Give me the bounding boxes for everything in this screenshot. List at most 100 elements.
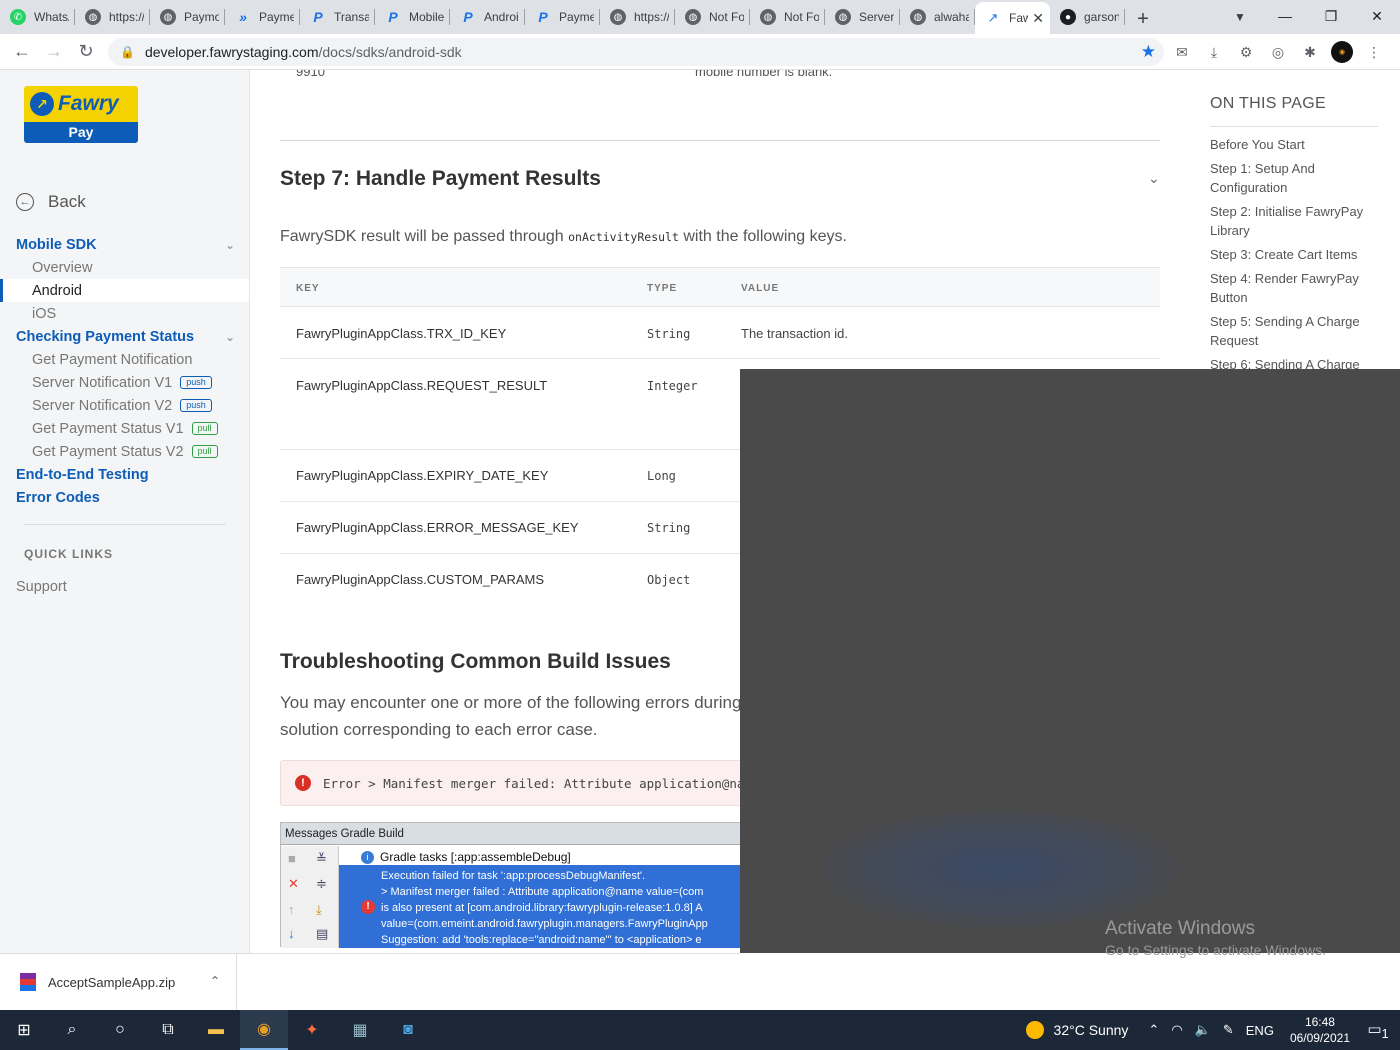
paypal-icon: P	[538, 9, 548, 25]
reload-icon[interactable]: ↻	[70, 36, 102, 68]
expand-icon: ≚	[316, 851, 327, 866]
globe-icon: ◍	[610, 9, 626, 25]
mail-icon[interactable]: ✉	[1166, 40, 1198, 64]
weather-widget[interactable]: 32°C Sunny	[1025, 1021, 1128, 1039]
back-arrow-icon[interactable]: ←	[6, 36, 38, 68]
fawry-pay-logo[interactable]: ↗ Fawry Pay	[24, 86, 138, 143]
support-link[interactable]: Support	[16, 579, 67, 595]
sidebar-item-server-notification-v2[interactable]: Server Notification V2 push	[0, 394, 249, 417]
profile-avatar[interactable]: ◉	[1326, 40, 1358, 64]
toc-link[interactable]: Before You Start	[1210, 135, 1378, 154]
tab-search-icon[interactable]: ▼	[1230, 8, 1250, 26]
sidebar-item-ios[interactable]: iOS	[0, 302, 249, 325]
browser-tab[interactable]: ◍Paymob	[150, 2, 225, 32]
chevron-up-icon[interactable]: ⌃	[1148, 1022, 1159, 1038]
browser-tab[interactable]: PTransaction	[300, 2, 375, 32]
download-item[interactable]: AcceptSampleApp.zip ⌃	[0, 954, 237, 1010]
puzzle-icon[interactable]: ✱	[1294, 40, 1326, 64]
back-link[interactable]: ← Back	[16, 192, 86, 212]
download-manager-icon[interactable]: ⤓	[1198, 40, 1230, 64]
notification-icon[interactable]: ▭1	[1364, 1020, 1392, 1041]
globe-icon: ◍	[160, 9, 176, 25]
browser-tab[interactable]: ◍Not Found	[750, 2, 825, 32]
volume-icon[interactable]: 🔈	[1195, 1022, 1211, 1038]
browser-tab[interactable]: ◍ Server	[825, 2, 900, 32]
task-view-icon[interactable]: ⧉	[144, 1010, 192, 1050]
maximize-button[interactable]: ❐	[1308, 0, 1354, 32]
quick-links-heading: QUICK LINKS	[24, 547, 113, 561]
globe-icon: ◍	[910, 9, 926, 25]
search-icon[interactable]: ⌕	[48, 1010, 96, 1050]
whatsapp-icon: ✆	[10, 9, 26, 25]
globe-icon: ◍	[835, 9, 851, 25]
wifi-icon[interactable]: ◠	[1171, 1022, 1182, 1038]
sidebar-section-error-codes[interactable]: Error Codes	[0, 486, 249, 509]
cortana-icon[interactable]: ○	[96, 1010, 144, 1050]
toc-link[interactable]: Step 2: Initialise FawryPay Library	[1210, 202, 1378, 240]
key-cell: FawryPluginAppClass.TRX_ID_KEY	[296, 326, 507, 341]
sidebar-item-get-payment-status-v2[interactable]: Get Payment Status V2 pull	[0, 440, 249, 463]
pen-icon[interactable]: ✎	[1223, 1022, 1234, 1038]
sidebar-item-overview[interactable]: Overview	[0, 256, 249, 279]
sidebar-section-checking-payment-status[interactable]: Checking Payment Status ⌄	[0, 325, 249, 348]
key-cell: FawryPluginAppClass.REQUEST_RESULT	[296, 378, 548, 393]
type-cell: Integer	[647, 379, 698, 393]
globe-icon: ◍	[85, 9, 101, 25]
browser-tab[interactable]: PAndroid	[450, 2, 525, 32]
browser-tab[interactable]: PPayment	[525, 2, 600, 32]
file-explorer-icon[interactable]: ▬	[192, 1010, 240, 1050]
error-icon: !	[361, 900, 375, 914]
info-icon: i	[361, 850, 374, 864]
code-extension-icon[interactable]: ◎	[1262, 40, 1294, 64]
browser-tab-active[interactable]: ↗Fawry✕	[975, 2, 1050, 34]
browser-toolbar: ← → ↻ 🔒 developer.fawrystaging.com/docs/…	[0, 34, 1400, 70]
paypal-icon: P	[463, 9, 473, 25]
app-icon[interactable]: ◙	[384, 1010, 432, 1050]
toc-link[interactable]: Step 4: Render FawryPay Button	[1210, 269, 1378, 307]
clock[interactable]: 16:48 06/09/2021	[1290, 1014, 1350, 1046]
chevron-down-icon: ⌄	[224, 329, 235, 344]
export-icon: ⤓	[316, 902, 322, 917]
sidebar-item-get-payment-notification[interactable]: Get Payment Notification	[0, 348, 249, 371]
postman-icon[interactable]: ✦	[288, 1010, 336, 1050]
bookmark-star-icon[interactable]: ★	[1141, 42, 1156, 62]
sidebar-section-mobile-sdk[interactable]: Mobile SDK ⌄	[0, 233, 249, 256]
windows-start-icon[interactable]: ⊞	[0, 1010, 48, 1050]
overlay-window[interactable]	[740, 369, 1400, 953]
back-circle-icon: ←	[16, 193, 34, 211]
chevron-up-icon[interactable]: ⌃	[210, 974, 220, 988]
collapse-icon: ≑	[316, 876, 327, 891]
minimize-button[interactable]: —	[1262, 0, 1308, 32]
browser-tab[interactable]: »Payment	[225, 2, 300, 32]
sidebar-item-server-notification-v1[interactable]: Server Notification V1 push	[0, 371, 249, 394]
browser-tab[interactable]: ● garson	[1050, 2, 1125, 32]
calculator-icon[interactable]: ▦	[336, 1010, 384, 1050]
type-cell: Long	[647, 469, 676, 483]
sidebar-item-android[interactable]: Android	[0, 279, 249, 302]
chevron-down-icon[interactable]: ⌄	[1148, 170, 1160, 187]
error-icon: !	[295, 775, 311, 791]
forward-arrow-icon[interactable]: →	[38, 36, 70, 68]
sidebar-item-get-payment-status-v1[interactable]: Get Payment Status V1 pull	[0, 417, 249, 440]
close-window-button[interactable]: ✕	[1354, 0, 1400, 32]
browser-tab[interactable]: ◍ https://	[600, 2, 675, 32]
paymob-icon: »	[239, 9, 247, 25]
browser-tab[interactable]: ◍ alwaha	[900, 2, 975, 32]
globe-icon: ◍	[760, 9, 776, 25]
browser-tab[interactable]: ◍Not Found	[675, 2, 750, 32]
toc-link[interactable]: Step 5: Sending A Charge Request	[1210, 312, 1378, 350]
close-tab-icon[interactable]: ✕	[1032, 10, 1044, 27]
chrome-icon[interactable]: ◉	[240, 1010, 288, 1050]
browser-tab[interactable]: ◍ https://	[75, 2, 150, 32]
browser-tab[interactable]: P Mobile	[375, 2, 450, 32]
browser-tab[interactable]: ✆WhatsApp	[0, 2, 75, 32]
github-icon: ●	[1060, 9, 1076, 25]
language-indicator[interactable]: ENG	[1246, 1023, 1274, 1038]
address-bar[interactable]: 🔒 developer.fawrystaging.com/docs/sdks/a…	[108, 38, 1164, 66]
toc-link[interactable]: Step 1: Setup And Configuration	[1210, 159, 1378, 197]
toc-link[interactable]: Step 3: Create Cart Items	[1210, 245, 1378, 264]
extension-icon[interactable]: ⚙	[1230, 40, 1262, 64]
menu-dots-icon[interactable]: ⋮	[1358, 40, 1390, 64]
sidebar-section-end-to-end-testing[interactable]: End-to-End Testing	[0, 463, 249, 486]
new-tab-button[interactable]: +	[1125, 4, 1161, 34]
